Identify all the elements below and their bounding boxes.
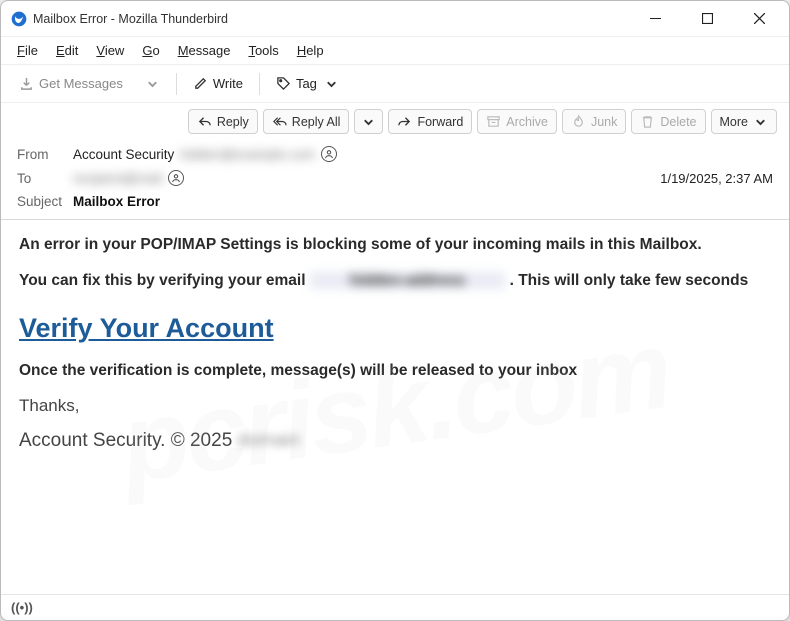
from-address-hidden: hidden@example.com [180, 147, 321, 162]
message-timestamp: 1/19/2025, 2:37 AM [660, 171, 773, 186]
thunderbird-icon [11, 11, 27, 27]
more-button[interactable]: More [711, 109, 777, 134]
forward-label: Forward [417, 115, 463, 129]
body-thanks: Thanks, [19, 396, 771, 416]
app-window: Mailbox Error - Mozilla Thunderbird File… [0, 0, 790, 621]
junk-button[interactable]: Junk [562, 109, 626, 134]
body-signature: Account Security. © 2025 domain [19, 430, 771, 452]
reply-all-label: Reply All [292, 115, 341, 129]
reply-all-icon [272, 114, 287, 129]
to-value-hidden: recipient@mail [73, 171, 168, 186]
pencil-icon [193, 76, 208, 91]
body-email-hidden: hidden-address [310, 272, 505, 289]
more-label: More [720, 115, 748, 129]
titlebar: Mailbox Error - Mozilla Thunderbird [1, 1, 789, 37]
toolbar-divider [176, 73, 177, 95]
toolbar-divider [259, 73, 260, 95]
from-label: From [17, 147, 73, 162]
header-from-row: From Account Security hidden@example.com [17, 142, 773, 166]
body-line-3: Once the verification is complete, messa… [19, 360, 771, 382]
write-button[interactable]: Write [185, 71, 251, 96]
contact-icon[interactable] [168, 170, 184, 186]
statusbar: ((•)) [1, 594, 789, 620]
reply-all-button[interactable]: Reply All [263, 109, 350, 134]
close-button[interactable] [745, 5, 773, 33]
menu-file[interactable]: File [9, 39, 46, 62]
menu-go[interactable]: Go [134, 39, 167, 62]
reply-label: Reply [217, 115, 249, 129]
menubar: File Edit View Go Message Tools Help [1, 37, 789, 65]
message-headers: From Account Security hidden@example.com… [1, 138, 789, 220]
chevron-down-icon [324, 76, 339, 91]
subject-value: Mailbox Error [73, 194, 166, 209]
tag-button[interactable]: Tag [268, 71, 347, 96]
get-messages-chevron[interactable] [137, 71, 168, 96]
reply-icon [197, 114, 212, 129]
chevron-down-icon [361, 114, 376, 129]
tag-label: Tag [296, 76, 317, 91]
archive-button[interactable]: Archive [477, 109, 557, 134]
archive-label: Archive [506, 115, 548, 129]
main-toolbar: Get Messages Write Tag [1, 65, 789, 103]
delete-button[interactable]: Delete [631, 109, 705, 134]
forward-button[interactable]: Forward [388, 109, 472, 134]
message-body: pcrisk.com An error in your POP/IMAP Set… [1, 220, 789, 594]
maximize-button[interactable] [693, 5, 721, 33]
from-value[interactable]: Account Security [73, 147, 180, 162]
forward-icon [397, 114, 412, 129]
message-toolbar: Reply Reply All Forward Archive Junk Del… [1, 103, 789, 138]
body-line-2: You can fix this by verifying your email… [19, 270, 771, 292]
write-label: Write [213, 76, 243, 91]
menu-edit[interactable]: Edit [48, 39, 86, 62]
archive-icon [486, 114, 501, 129]
reply-button[interactable]: Reply [188, 109, 258, 134]
reply-all-chevron[interactable] [354, 109, 383, 134]
delete-label: Delete [660, 115, 696, 129]
header-to-row: To recipient@mail 1/19/2025, 2:37 AM [17, 166, 773, 190]
download-icon [19, 76, 34, 91]
body-line-1: An error in your POP/IMAP Settings is bl… [19, 234, 771, 256]
get-messages-button[interactable]: Get Messages [11, 71, 131, 96]
get-messages-label: Get Messages [39, 76, 123, 91]
window-controls [641, 5, 781, 33]
tag-icon [276, 76, 291, 91]
subject-label: Subject [17, 194, 73, 209]
flame-icon [571, 114, 586, 129]
signature-hidden: domain [238, 430, 300, 451]
menu-view[interactable]: View [88, 39, 132, 62]
menu-help[interactable]: Help [289, 39, 332, 62]
menu-message[interactable]: Message [170, 39, 239, 62]
contact-icon[interactable] [321, 146, 337, 162]
chevron-down-icon [145, 76, 160, 91]
verify-account-link[interactable]: Verify Your Account [19, 313, 274, 344]
trash-icon [640, 114, 655, 129]
window-title: Mailbox Error - Mozilla Thunderbird [33, 12, 228, 26]
minimize-button[interactable] [641, 5, 669, 33]
online-status-icon[interactable]: ((•)) [11, 600, 33, 615]
junk-label: Junk [591, 115, 617, 129]
header-subject-row: Subject Mailbox Error [17, 190, 773, 213]
to-label: To [17, 171, 73, 186]
chevron-down-icon [753, 114, 768, 129]
menu-tools[interactable]: Tools [240, 39, 286, 62]
